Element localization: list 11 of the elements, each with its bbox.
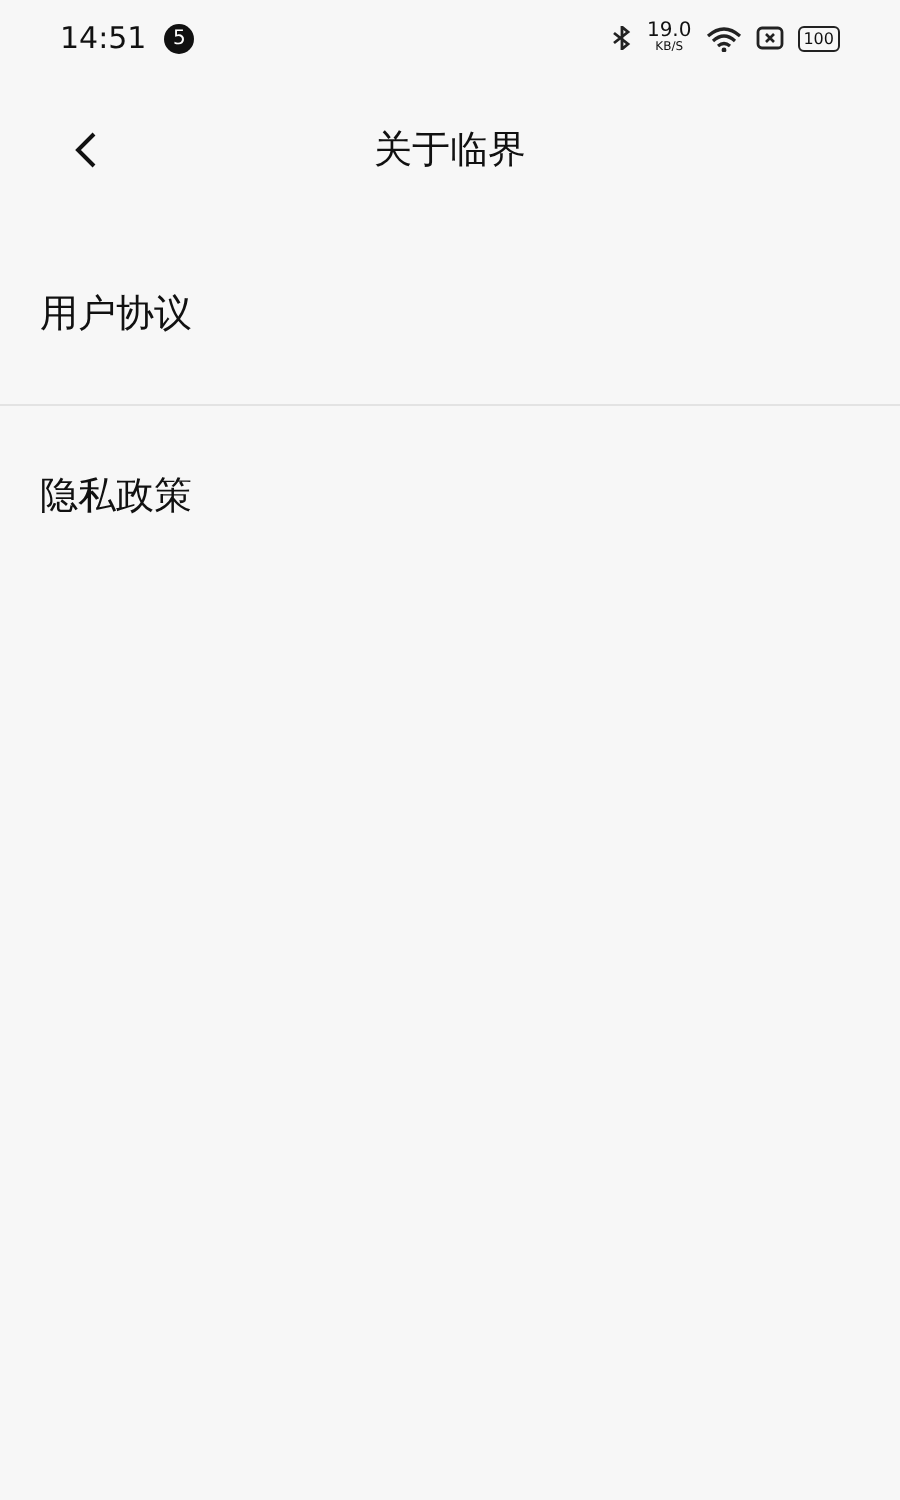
network-speed: 19.0 <box>646 22 692 42</box>
page-title: 关于临界 <box>374 126 526 176</box>
wifi-icon <box>705 25 742 51</box>
bluetooth-icon <box>612 26 633 50</box>
menu-item[interactable]: 隐私政策 <box>0 406 900 586</box>
menu-item[interactable]: 用户协议 <box>0 224 900 406</box>
back-icon[interactable] <box>72 130 100 170</box>
status-time: 14:51 <box>60 20 147 56</box>
battery-indicator: 100 <box>797 25 840 51</box>
notification-badge: 5 <box>164 23 195 53</box>
sim-icon <box>755 26 784 50</box>
